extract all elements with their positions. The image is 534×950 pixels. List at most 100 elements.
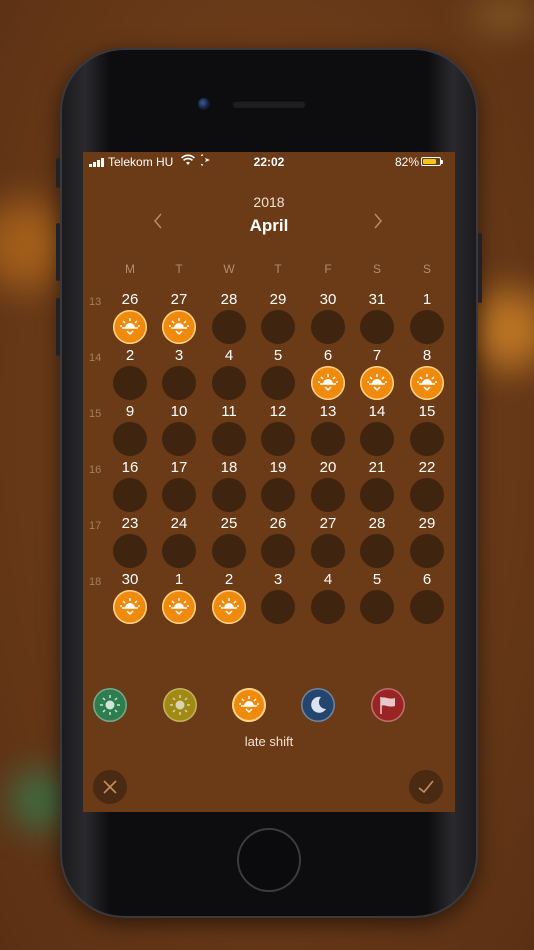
volume-up-button xyxy=(56,223,60,281)
confirm-button[interactable] xyxy=(409,770,443,804)
sunset-icon xyxy=(219,598,239,616)
status-bar: Telekom HU 22:02 82% xyxy=(83,152,455,174)
calendar-day[interactable]: 30 xyxy=(308,291,348,345)
calendar-day[interactable]: 10 xyxy=(159,403,199,457)
week-row: 16 16 17 18 19 20 21 22 xyxy=(83,459,455,515)
calendar-day[interactable]: 9 xyxy=(110,403,150,457)
late-shift-marker xyxy=(162,310,196,344)
day-number: 19 xyxy=(269,459,287,476)
day-number: 27 xyxy=(319,515,337,532)
early-shift-button[interactable] xyxy=(93,688,127,722)
cancel-button[interactable] xyxy=(93,770,127,804)
sun-icon xyxy=(170,695,190,715)
calendar-day[interactable]: 29 xyxy=(258,291,298,345)
empty-day-marker xyxy=(261,422,295,456)
day-number: 22 xyxy=(418,459,436,476)
day-number: 29 xyxy=(418,515,436,532)
calendar-day[interactable]: 25 xyxy=(209,515,249,569)
day-number: 3 xyxy=(174,347,184,364)
mute-switch xyxy=(56,158,60,188)
weekday-label: F xyxy=(324,262,332,276)
calendar-day[interactable]: 3 xyxy=(258,571,298,625)
sunset-icon xyxy=(367,374,387,392)
weekday-header: MTWTFSS xyxy=(83,262,455,276)
empty-day-marker xyxy=(212,478,246,512)
empty-day-marker xyxy=(410,422,444,456)
calendar-day[interactable]: 2 xyxy=(209,571,249,625)
day-number: 6 xyxy=(323,347,333,364)
calendar-day[interactable]: 13 xyxy=(308,403,348,457)
calendar-day[interactable]: 31 xyxy=(357,291,397,345)
volume-down-button xyxy=(56,298,60,356)
empty-day-marker xyxy=(311,590,345,624)
home-button[interactable] xyxy=(237,828,301,892)
day-number: 30 xyxy=(121,571,139,588)
late-shift-marker xyxy=(410,366,444,400)
calendar-day[interactable]: 12 xyxy=(258,403,298,457)
calendar-day[interactable]: 29 xyxy=(407,515,447,569)
calendar-day[interactable]: 16 xyxy=(110,459,150,513)
day-number: 28 xyxy=(368,515,386,532)
calendar-day[interactable]: 30 xyxy=(110,571,150,625)
night-shift-button[interactable] xyxy=(301,688,335,722)
empty-day-marker xyxy=(360,310,394,344)
late-shift-marker xyxy=(162,590,196,624)
flag-icon xyxy=(380,697,395,714)
empty-day-marker xyxy=(162,478,196,512)
calendar-day[interactable]: 28 xyxy=(357,515,397,569)
calendar-day[interactable]: 26 xyxy=(110,291,150,345)
calendar-day[interactable]: 8 xyxy=(407,347,447,401)
moon-icon xyxy=(311,696,326,713)
day-number: 4 xyxy=(323,571,333,588)
day-number: 5 xyxy=(372,571,382,588)
week-number: 16 xyxy=(89,464,102,476)
day-number: 21 xyxy=(368,459,386,476)
calendar-day[interactable]: 23 xyxy=(110,515,150,569)
calendar-day[interactable]: 21 xyxy=(357,459,397,513)
day-off-button[interactable] xyxy=(371,688,405,722)
late-shift-button[interactable] xyxy=(232,688,266,722)
calendar-day[interactable]: 14 xyxy=(357,403,397,457)
day-number: 14 xyxy=(368,403,386,420)
calendar-day[interactable]: 11 xyxy=(209,403,249,457)
calendar-day[interactable]: 28 xyxy=(209,291,249,345)
calendar-day[interactable]: 27 xyxy=(159,291,199,345)
week-row: 14 2 3 4 5 6 7 8 xyxy=(83,347,455,403)
calendar-day[interactable]: 15 xyxy=(407,403,447,457)
empty-day-marker xyxy=(212,310,246,344)
background-blur-top xyxy=(470,0,534,30)
day-number: 3 xyxy=(273,571,283,588)
calendar-day[interactable]: 7 xyxy=(357,347,397,401)
calendar-day[interactable]: 2 xyxy=(110,347,150,401)
day-shift-button[interactable] xyxy=(163,688,197,722)
calendar-day[interactable]: 24 xyxy=(159,515,199,569)
calendar-day[interactable]: 19 xyxy=(258,459,298,513)
day-number: 26 xyxy=(121,291,139,308)
calendar-day[interactable]: 22 xyxy=(407,459,447,513)
calendar-day[interactable]: 27 xyxy=(308,515,348,569)
day-number: 29 xyxy=(269,291,287,308)
calendar-day[interactable]: 6 xyxy=(407,571,447,625)
calendar-day[interactable]: 4 xyxy=(308,571,348,625)
calendar-day[interactable]: 4 xyxy=(209,347,249,401)
calendar-day[interactable]: 26 xyxy=(258,515,298,569)
calendar-day[interactable]: 5 xyxy=(357,571,397,625)
day-number: 20 xyxy=(319,459,337,476)
empty-day-marker xyxy=(162,366,196,400)
week-number: 15 xyxy=(89,408,102,420)
calendar-day[interactable]: 1 xyxy=(159,571,199,625)
late-shift-marker xyxy=(212,590,246,624)
calendar-day[interactable]: 6 xyxy=(308,347,348,401)
empty-day-marker xyxy=(162,534,196,568)
empty-day-marker xyxy=(410,590,444,624)
calendar-day[interactable]: 3 xyxy=(159,347,199,401)
calendar-day[interactable]: 20 xyxy=(308,459,348,513)
calendar-day[interactable]: 17 xyxy=(159,459,199,513)
calendar-day[interactable]: 5 xyxy=(258,347,298,401)
week-row: 13 26 27 28 29 30 31 1 xyxy=(83,291,455,347)
calendar-day[interactable]: 1 xyxy=(407,291,447,345)
calendar-day[interactable]: 18 xyxy=(209,459,249,513)
weekday-label: T xyxy=(175,262,183,276)
chevron-right-icon[interactable] xyxy=(373,212,383,236)
chevron-left-icon[interactable] xyxy=(153,212,163,236)
